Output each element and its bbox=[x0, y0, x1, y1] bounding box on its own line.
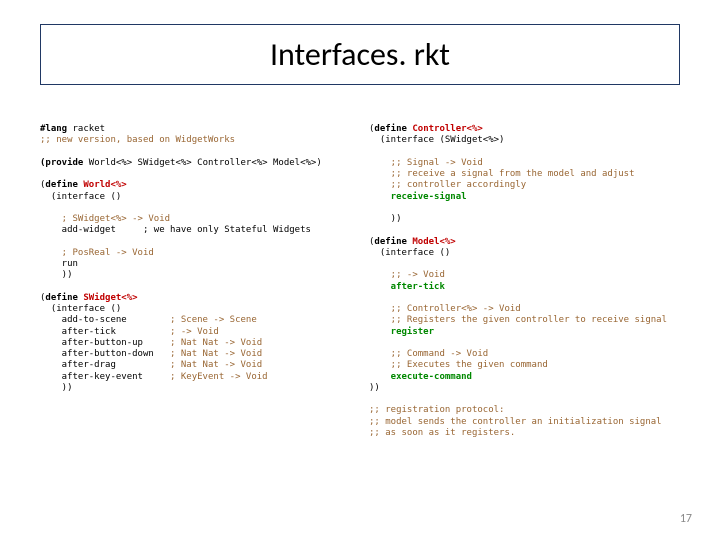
iface-controller: Controller<%> bbox=[412, 124, 482, 134]
method-register: register bbox=[369, 327, 434, 337]
kw-define: define bbox=[45, 180, 78, 190]
comment: ;; Executes the given command bbox=[369, 360, 548, 370]
comment: ;; receive a signal from the model and a… bbox=[369, 169, 635, 179]
txt bbox=[154, 248, 159, 258]
txt: )) bbox=[369, 214, 402, 224]
code-left-column: #lang racket ;; new version, based on Wi… bbox=[40, 124, 351, 439]
comment: ; SWidget<%> -> Void bbox=[40, 214, 170, 224]
title-box: Interfaces. rkt bbox=[40, 24, 680, 85]
comment: ;; registration protocol: bbox=[369, 405, 504, 415]
txt: racket bbox=[73, 124, 106, 134]
comment: ; Nat Nat -> Void bbox=[170, 349, 262, 359]
page-number: 17 bbox=[680, 512, 692, 526]
comment: ;; new version, based on WidgetWorks bbox=[40, 135, 235, 145]
txt: World<%> SWidget<%> Controller<%> Model<… bbox=[83, 158, 321, 168]
comment: ; -> Void bbox=[170, 327, 219, 337]
kw-define: define bbox=[45, 293, 78, 303]
comment: ; Nat Nat -> Void bbox=[170, 360, 262, 370]
txt: after-drag bbox=[40, 360, 170, 370]
txt: after-key-event bbox=[40, 372, 170, 382]
txt: )) bbox=[40, 383, 73, 393]
txt: )) bbox=[40, 270, 73, 280]
txt: after-button-down bbox=[40, 349, 170, 359]
code-area: #lang racket ;; new version, based on Wi… bbox=[40, 124, 680, 439]
slide: Interfaces. rkt #lang racket ;; new vers… bbox=[0, 0, 720, 540]
comment: ; KeyEvent -> Void bbox=[170, 372, 268, 382]
comment: ;; controller accordingly bbox=[369, 180, 526, 190]
method-after-tick: after-tick bbox=[369, 282, 445, 292]
txt: after-tick bbox=[40, 327, 170, 337]
comment: ;; Command -> Void bbox=[369, 349, 488, 359]
txt: (interface (SWidget<%>) bbox=[369, 135, 504, 145]
txt: add-widget ; we have only Stateful Widge… bbox=[40, 225, 311, 235]
comment: ;; Controller<%> -> Void bbox=[369, 304, 521, 314]
comment: ;; Registers the given controller to rec… bbox=[369, 315, 667, 325]
txt: (interface () bbox=[40, 304, 121, 314]
txt: run bbox=[40, 259, 78, 269]
iface-model: Model<%> bbox=[412, 237, 455, 247]
comment: ;; -> Void bbox=[369, 270, 445, 280]
txt: )) bbox=[369, 383, 380, 393]
comment: ; PosReal -> Void bbox=[40, 248, 154, 258]
kw-provide: (provide bbox=[40, 158, 83, 168]
comment: ;; model sends the controller an initial… bbox=[369, 417, 662, 427]
comment: ; Scene -> Scene bbox=[170, 315, 257, 325]
method-receive-signal: receive-signal bbox=[369, 192, 467, 202]
iface-world: World<%> bbox=[83, 180, 126, 190]
txt bbox=[170, 214, 175, 224]
page-title: Interfaces. rkt bbox=[270, 35, 450, 74]
txt: (interface () bbox=[40, 192, 121, 202]
comment: ;; Signal -> Void bbox=[369, 158, 483, 168]
kw-define: define bbox=[374, 124, 407, 134]
comment: ;; as soon as it registers. bbox=[369, 428, 515, 438]
iface-swidget: SWidget<%> bbox=[83, 293, 137, 303]
txt: (interface () bbox=[369, 248, 450, 258]
comment: ; Nat Nat -> Void bbox=[170, 338, 262, 348]
kw-define: define bbox=[374, 237, 407, 247]
code-right-column: (define Controller<%> (interface (SWidge… bbox=[369, 124, 680, 439]
txt: add-to-scene bbox=[40, 315, 170, 325]
kw-hashlang: #lang bbox=[40, 124, 67, 134]
method-execute-command: execute-command bbox=[369, 372, 472, 382]
txt: after-button-up bbox=[40, 338, 170, 348]
